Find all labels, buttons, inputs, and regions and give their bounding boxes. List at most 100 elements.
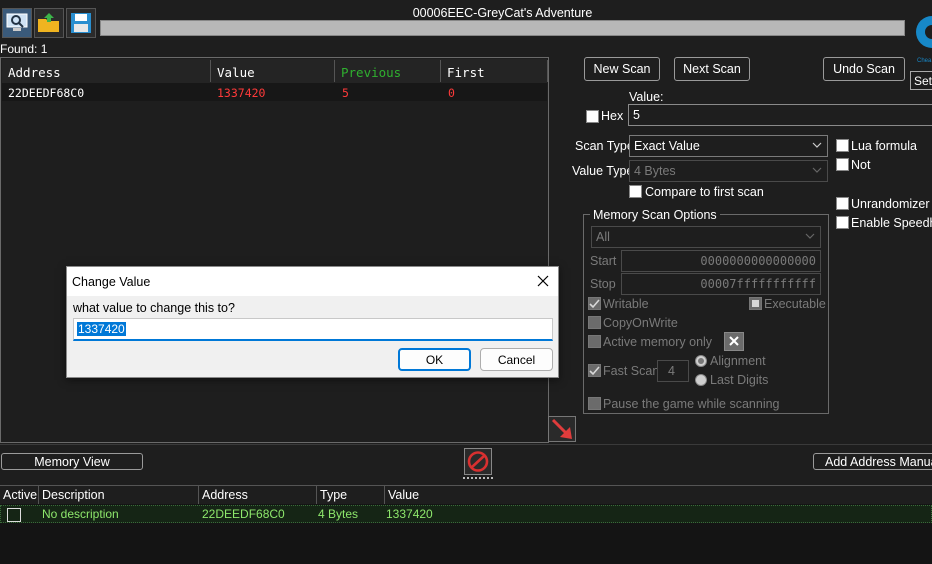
close-icon bbox=[537, 275, 549, 287]
last-digits-radio[interactable] bbox=[695, 374, 707, 386]
ce-logo[interactable]: Chea bbox=[912, 10, 932, 64]
active-memory-label: Active memory only bbox=[603, 335, 713, 349]
region-select[interactable]: All bbox=[591, 226, 821, 248]
lua-formula-checkbox[interactable] bbox=[836, 139, 849, 152]
col-description[interactable]: Description bbox=[39, 486, 199, 504]
hex-checkbox[interactable] bbox=[586, 110, 599, 123]
row-address: 22DEEDF68C0 bbox=[202, 507, 285, 521]
scan-type-label: Scan Type bbox=[575, 139, 634, 153]
col-value[interactable]: Value bbox=[385, 486, 932, 504]
writable-label: Writable bbox=[603, 297, 649, 311]
memory-view-button[interactable]: Memory View bbox=[1, 453, 143, 470]
checkmark-icon bbox=[589, 299, 600, 309]
selected-input-text: 1337420 bbox=[77, 322, 126, 336]
not-checkbox[interactable] bbox=[836, 158, 849, 171]
active-memory-checkbox[interactable] bbox=[588, 335, 601, 348]
clear-button[interactable] bbox=[724, 332, 744, 351]
unrandomizer-label: Unrandomizer bbox=[851, 197, 930, 211]
col-type[interactable]: Type bbox=[317, 486, 385, 504]
dialog-titlebar[interactable]: Change Value bbox=[67, 267, 558, 296]
dialog-close-button[interactable] bbox=[529, 269, 557, 293]
copy-on-write-checkbox[interactable] bbox=[588, 316, 601, 329]
change-value-input[interactable]: 1337420 bbox=[73, 318, 553, 341]
folder-icon bbox=[38, 13, 59, 32]
change-value-dialog: Change Value what value to change this t… bbox=[66, 266, 559, 378]
results-list[interactable]: Address Value Previous First 22DEEDF68C0… bbox=[0, 57, 549, 443]
row-value: 1337420 bbox=[386, 507, 433, 521]
not-label: Not bbox=[851, 158, 871, 172]
window-title: 00006EEC-GreyCat's Adventure bbox=[412, 6, 593, 20]
start-address-input[interactable]: 0000000000000000 bbox=[621, 250, 821, 272]
results-header: Address Value Previous First bbox=[2, 59, 548, 83]
start-label: Start bbox=[590, 254, 617, 268]
open-file-button[interactable] bbox=[34, 8, 64, 38]
new-scan-button[interactable]: New Scan bbox=[584, 57, 660, 81]
alignment-radio[interactable] bbox=[695, 355, 707, 367]
col-address[interactable]: Address bbox=[2, 60, 211, 82]
stop-address-input[interactable]: 00007fffffffffff bbox=[621, 273, 821, 295]
computer-icon bbox=[6, 13, 28, 31]
row-first: 0 bbox=[448, 86, 455, 100]
value-type-label: Value Type bbox=[572, 164, 634, 178]
checkmark-icon bbox=[589, 366, 600, 376]
region-value: All bbox=[596, 230, 610, 244]
value-type-value: 4 Bytes bbox=[634, 164, 676, 178]
fast-scan-input[interactable]: 4 bbox=[657, 360, 689, 382]
open-process-button[interactable] bbox=[2, 8, 32, 38]
value-type-select[interactable]: 4 Bytes bbox=[629, 160, 828, 182]
ok-button[interactable]: OK bbox=[398, 348, 471, 371]
active-checkbox[interactable] bbox=[7, 508, 21, 522]
table-row[interactable]: 22DEEDF68C0 1337420 5 0 bbox=[2, 83, 547, 101]
compare-first-label: Compare to first scan bbox=[645, 185, 764, 199]
splitter[interactable] bbox=[0, 444, 932, 445]
memory-scan-options-title: Memory Scan Options bbox=[590, 208, 720, 222]
resize-grip[interactable] bbox=[463, 477, 493, 479]
chevron-down-icon bbox=[812, 142, 822, 148]
next-scan-button[interactable]: Next Scan bbox=[674, 57, 750, 81]
speedhack-label: Enable Speedha bbox=[851, 216, 932, 230]
last-digits-label: Last Digits bbox=[710, 373, 769, 387]
close-icon bbox=[729, 336, 739, 346]
found-count: Found: 1 bbox=[0, 42, 48, 56]
save-button[interactable] bbox=[66, 8, 96, 38]
hex-label: Hex bbox=[601, 109, 624, 123]
address-list-header: Active Description Address Type Value bbox=[0, 486, 932, 504]
chevron-down-icon bbox=[812, 167, 822, 173]
undo-scan-button[interactable]: Undo Scan bbox=[823, 57, 905, 81]
dialog-title: Change Value bbox=[72, 275, 151, 289]
settings-button[interactable]: Sett bbox=[910, 71, 932, 90]
col-address[interactable]: Address bbox=[199, 486, 317, 504]
gear-icon bbox=[916, 16, 932, 48]
scan-value-input[interactable]: 5 bbox=[628, 104, 932, 126]
scan-type-select[interactable]: Exact Value bbox=[629, 135, 828, 157]
pause-game-label: Pause the game while scanning bbox=[603, 397, 780, 411]
add-address-manually-button[interactable]: Add Address Manua bbox=[813, 453, 932, 470]
fast-scan-label: Fast Scan bbox=[603, 364, 660, 378]
stop-button[interactable] bbox=[464, 448, 492, 475]
logo-text: Chea bbox=[917, 58, 932, 64]
executable-indeterminate-mark bbox=[752, 300, 759, 307]
col-previous[interactable]: Previous bbox=[335, 60, 441, 82]
col-first[interactable]: First bbox=[441, 60, 548, 82]
row-value: 1337420 bbox=[217, 86, 266, 100]
compare-first-checkbox[interactable] bbox=[629, 185, 642, 198]
radio-dot bbox=[698, 358, 704, 364]
arrow-down-right-icon bbox=[551, 418, 572, 439]
dialog-prompt: what value to change this to? bbox=[73, 301, 235, 315]
row-address: 22DEEDF68C0 bbox=[8, 86, 85, 100]
row-type: 4 Bytes bbox=[318, 507, 359, 521]
unrandomizer-checkbox[interactable] bbox=[836, 197, 849, 210]
col-active[interactable]: Active bbox=[0, 486, 39, 504]
add-to-list-arrow-button[interactable] bbox=[548, 416, 576, 442]
chevron-down-icon bbox=[805, 233, 815, 239]
pause-game-checkbox[interactable] bbox=[588, 397, 601, 410]
address-list[interactable]: Active Description Address Type Value No… bbox=[0, 485, 932, 564]
row-description: No description bbox=[42, 507, 119, 521]
col-value[interactable]: Value bbox=[211, 60, 335, 82]
copy-on-write-label: CopyOnWrite bbox=[603, 316, 678, 330]
alignment-label: Alignment bbox=[710, 354, 766, 368]
floppy-icon bbox=[71, 13, 91, 33]
table-row[interactable]: No description 22DEEDF68C0 4 Bytes 13374… bbox=[0, 505, 932, 523]
speedhack-checkbox[interactable] bbox=[836, 216, 849, 229]
cancel-button[interactable]: Cancel bbox=[480, 348, 553, 371]
